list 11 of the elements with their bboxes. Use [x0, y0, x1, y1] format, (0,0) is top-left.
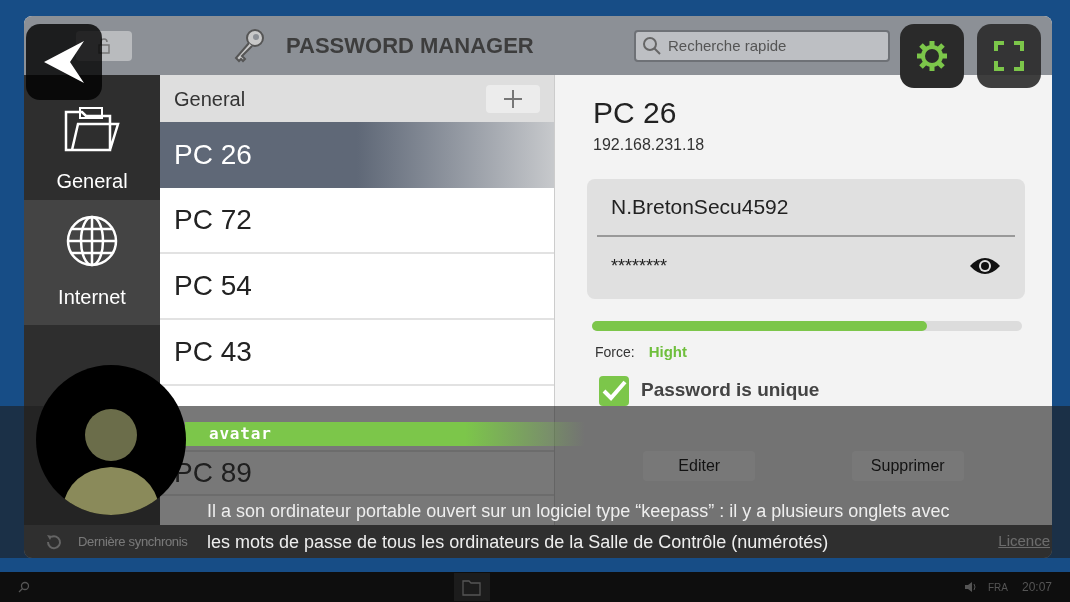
- strength-label: Force:: [595, 342, 635, 362]
- dialogue-text: Il a son ordinateur portable ouvert sur un logiciel type “keepass” : il y a plusieurs onglets avec les mots de passe de tous les ordinateurs de la Salle de Contrôle (numérotés): [207, 500, 951, 554]
- clock: 20:07: [1021, 579, 1052, 596]
- list-header-title: General: [174, 86, 246, 112]
- speaker-name: avatar: [209, 423, 272, 445]
- ip-address: 192.168.231.18: [593, 135, 706, 155]
- unique-label: Password is unique: [641, 378, 820, 403]
- sync-status: Dernière synchronis: [78, 532, 188, 551]
- app-title: PASSWORD MANAGER: [286, 32, 534, 60]
- entry-title: PC 26: [593, 95, 678, 131]
- strength-value: Hight: [648, 342, 687, 362]
